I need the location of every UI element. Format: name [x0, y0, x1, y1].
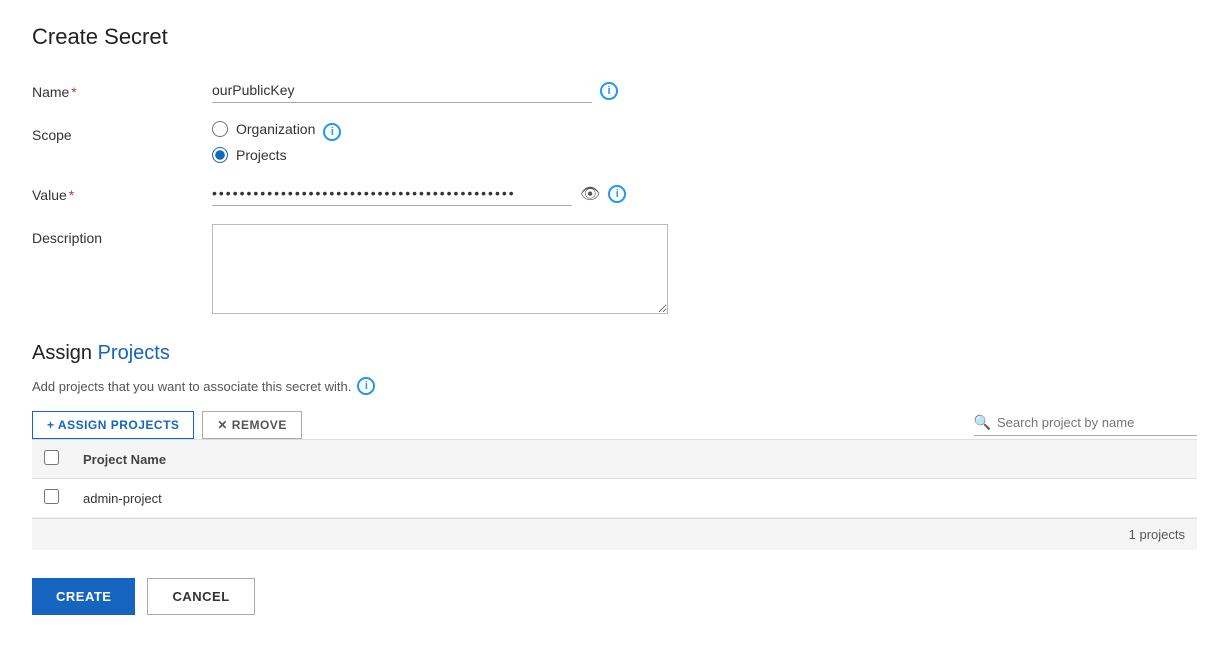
scope-projects-option[interactable]: Projects [212, 147, 315, 163]
remove-button[interactable]: ✕ REMOVE [202, 411, 301, 439]
page-title: Create Secret [32, 24, 1197, 50]
table-row: admin-project [32, 479, 1197, 518]
value-row: Value* 👁 i [32, 181, 1197, 206]
cancel-button[interactable]: CANCEL [147, 578, 254, 615]
name-input[interactable] [212, 78, 592, 103]
header-checkbox-cell [32, 440, 71, 479]
assign-projects-info-icon[interactable]: i [357, 377, 375, 395]
scope-projects-label: Projects [236, 147, 287, 163]
name-info-icon[interactable]: i [600, 82, 618, 100]
name-label: Name* [32, 78, 212, 100]
scope-org-radio[interactable] [212, 121, 228, 137]
value-label: Value* [32, 181, 212, 203]
assign-projects-section: Assign Projects Add projects that you wa… [32, 342, 1197, 550]
scope-control-wrap: Organization Projects i [212, 121, 1197, 163]
create-button[interactable]: CREATE [32, 578, 135, 615]
scope-info-icon[interactable]: i [323, 123, 341, 141]
row-checkbox-cell [32, 479, 71, 518]
description-label: Description [32, 224, 212, 246]
projects-table: Project Name admin-project [32, 439, 1197, 518]
description-input[interactable] [212, 224, 668, 314]
scope-org-option[interactable]: Organization [212, 121, 315, 137]
scope-row: Scope Organization Projects i [32, 121, 1197, 163]
name-row: Name* i [32, 78, 1197, 103]
row-checkbox[interactable] [44, 489, 59, 504]
actions-row: CREATE CANCEL [32, 578, 1197, 615]
scope-org-label: Organization [236, 121, 315, 137]
value-control-wrap: 👁 i [212, 181, 1197, 206]
description-row: Description [32, 224, 1197, 314]
assign-projects-title: Assign Projects [32, 342, 1197, 365]
select-all-checkbox[interactable] [44, 450, 59, 465]
search-input[interactable] [997, 415, 1197, 430]
assign-projects-button[interactable]: + ASSIGN PROJECTS [32, 411, 194, 439]
toolbar-left: + ASSIGN PROJECTS ✕ REMOVE [32, 411, 302, 439]
table-header-row: Project Name [32, 440, 1197, 479]
value-info-icon[interactable]: i [608, 185, 626, 203]
value-input[interactable] [212, 181, 572, 206]
assign-projects-desc: Add projects that you want to associate … [32, 377, 1197, 395]
toggle-visibility-icon[interactable]: 👁 [580, 184, 600, 204]
scope-label: Scope [32, 121, 212, 143]
description-control-wrap [212, 224, 1197, 314]
scope-projects-radio[interactable] [212, 147, 228, 163]
projects-toolbar: + ASSIGN PROJECTS ✕ REMOVE 🔍 [32, 411, 1197, 439]
name-control-wrap: i [212, 78, 1197, 103]
search-wrap: 🔍 [974, 414, 1197, 436]
table-footer: 1 projects [32, 518, 1197, 550]
search-icon: 🔍 [974, 414, 991, 431]
project-name-cell: admin-project [71, 479, 1197, 518]
scope-radios: Organization Projects [212, 121, 315, 163]
project-name-header: Project Name [71, 440, 1197, 479]
